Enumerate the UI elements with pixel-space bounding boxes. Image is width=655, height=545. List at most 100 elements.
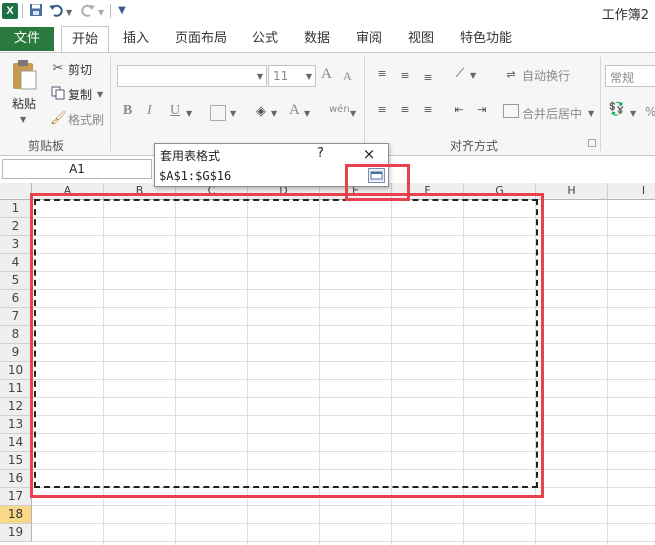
- wrap-text-button[interactable]: 自动换行: [522, 67, 570, 84]
- align-center-icon[interactable]: ≡: [397, 101, 413, 119]
- save-icon[interactable]: [28, 3, 44, 19]
- row-header-15[interactable]: 15: [0, 452, 32, 470]
- row-header-12[interactable]: 12: [0, 398, 32, 416]
- row-header-10[interactable]: 10: [0, 362, 32, 380]
- orientation-icon[interactable]: ⟋: [451, 65, 469, 83]
- tab-file[interactable]: 文件: [0, 27, 55, 51]
- align-bottom-icon[interactable]: ≡: [420, 69, 436, 87]
- phonetic-button[interactable]: wén: [329, 104, 350, 115]
- percent-button[interactable]: %: [645, 105, 655, 119]
- row-header-13[interactable]: 13: [0, 416, 32, 434]
- merge-dropdown-icon[interactable]: ▼: [588, 109, 594, 118]
- orientation-dropdown-icon[interactable]: ▼: [470, 71, 476, 80]
- font-color-dropdown-icon[interactable]: ▼: [304, 109, 310, 118]
- currency-dropdown-icon[interactable]: ▼: [630, 109, 636, 118]
- tab-insert[interactable]: 插入: [113, 26, 159, 52]
- close-button[interactable]: ×: [358, 144, 380, 164]
- tab-review[interactable]: 审阅: [346, 26, 392, 52]
- column-header-h[interactable]: H: [536, 183, 608, 200]
- format-painter-button[interactable]: 格式刷: [68, 111, 104, 128]
- increase-indent-icon[interactable]: ⇥: [474, 101, 490, 119]
- alignment-group-label: 对齐方式: [450, 139, 499, 153]
- annotation-highlight-collapse-button: [345, 164, 410, 201]
- merge-center-icon[interactable]: [503, 104, 519, 118]
- bold-button[interactable]: B: [123, 103, 132, 119]
- paste-button[interactable]: 粘贴: [12, 95, 36, 112]
- dialog-launcher-icon[interactable]: [588, 139, 596, 147]
- align-top-icon[interactable]: ≡: [374, 65, 390, 83]
- name-box[interactable]: A1: [2, 159, 152, 179]
- tab-special-features[interactable]: 特色功能: [450, 26, 522, 52]
- font-name-combo[interactable]: ▼: [117, 65, 267, 87]
- format-painter-icon[interactable]: 🖌: [50, 110, 67, 128]
- redo-icon[interactable]: [80, 3, 96, 19]
- tab-page-layout[interactable]: 页面布局: [165, 26, 237, 52]
- copy-button[interactable]: 复制: [68, 86, 92, 103]
- row-header-19[interactable]: 19: [0, 524, 32, 542]
- row-header-11[interactable]: 11: [0, 380, 32, 398]
- paste-icon[interactable]: [10, 59, 38, 91]
- gridline: [32, 505, 655, 506]
- number-format-value: 常规: [610, 71, 635, 85]
- tab-home[interactable]: 开始: [61, 26, 110, 53]
- row-header-9[interactable]: 9: [0, 344, 32, 362]
- paste-dropdown-icon[interactable]: ▼: [20, 115, 26, 124]
- row-header-16[interactable]: 16: [0, 470, 32, 488]
- range-input[interactable]: [157, 167, 349, 185]
- merge-center-button[interactable]: 合并后居中: [522, 105, 582, 122]
- cut-button[interactable]: 剪切: [68, 61, 92, 78]
- row-header-14[interactable]: 14: [0, 434, 32, 452]
- divider: [364, 57, 365, 151]
- row-header-5[interactable]: 5: [0, 272, 32, 290]
- underline-button[interactable]: U: [170, 103, 180, 119]
- row-header-18[interactable]: 18: [0, 506, 32, 524]
- decrease-indent-icon[interactable]: ⇤: [451, 101, 467, 119]
- row-header-6[interactable]: 6: [0, 290, 32, 308]
- redo-dropdown-icon[interactable]: ▼: [98, 8, 104, 17]
- copy-icon[interactable]: [51, 86, 65, 100]
- row-header-17[interactable]: 17: [0, 488, 32, 506]
- font-color-button[interactable]: A: [289, 102, 300, 119]
- copy-dropdown-icon[interactable]: ▼: [97, 90, 103, 99]
- font-size-value: 11: [273, 69, 289, 83]
- grow-font-button[interactable]: A: [321, 66, 332, 83]
- currency-icon[interactable]: 💱: [608, 101, 626, 119]
- divider: [22, 4, 23, 18]
- cut-icon[interactable]: ✂: [50, 60, 66, 78]
- underline-dropdown-icon[interactable]: ▼: [186, 109, 192, 118]
- number-format-combo[interactable]: 常规: [605, 65, 655, 87]
- italic-button[interactable]: I: [147, 103, 152, 119]
- row-header-4[interactable]: 4: [0, 254, 32, 272]
- select-all-corner[interactable]: [0, 183, 32, 200]
- row-header-7[interactable]: 7: [0, 308, 32, 326]
- tab-data[interactable]: 数据: [294, 26, 340, 52]
- align-right-icon[interactable]: ≡: [420, 101, 436, 119]
- chevron-down-icon: ▼: [256, 72, 263, 81]
- column-header-i[interactable]: I: [608, 183, 655, 200]
- divider: [110, 57, 111, 151]
- tab-view[interactable]: 视图: [398, 26, 444, 52]
- borders-icon[interactable]: [210, 105, 226, 121]
- borders-dropdown-icon[interactable]: ▼: [230, 109, 236, 118]
- help-button[interactable]: ?: [317, 146, 324, 161]
- undo-icon[interactable]: [48, 3, 64, 19]
- align-middle-icon[interactable]: ≡: [397, 67, 413, 85]
- row-header-2[interactable]: 2: [0, 218, 32, 236]
- fill-color-icon[interactable]: ◈: [252, 103, 270, 121]
- customize-arrow-icon[interactable]: ▼: [114, 3, 130, 19]
- gridline: [32, 541, 655, 542]
- font-size-combo[interactable]: 11 ▼: [268, 65, 316, 87]
- phonetic-dropdown-icon[interactable]: ▼: [350, 109, 356, 118]
- wrap-text-icon[interactable]: ⇌: [503, 66, 519, 84]
- fill-color-dropdown-icon[interactable]: ▼: [271, 109, 277, 118]
- shrink-font-button[interactable]: A: [343, 69, 352, 84]
- chevron-down-icon: ▼: [305, 72, 312, 81]
- align-left-icon[interactable]: ≡: [374, 101, 390, 119]
- ribbon-tab-bar: 文件 开始 插入 页面布局 公式 数据 审阅 视图 特色功能: [0, 24, 655, 53]
- undo-dropdown-icon[interactable]: ▼: [66, 8, 72, 17]
- tab-formulas[interactable]: 公式: [242, 26, 288, 52]
- row-header-1[interactable]: 1: [0, 200, 32, 218]
- row-header-3[interactable]: 3: [0, 236, 32, 254]
- row-header-8[interactable]: 8: [0, 326, 32, 344]
- gridline: [32, 523, 655, 524]
